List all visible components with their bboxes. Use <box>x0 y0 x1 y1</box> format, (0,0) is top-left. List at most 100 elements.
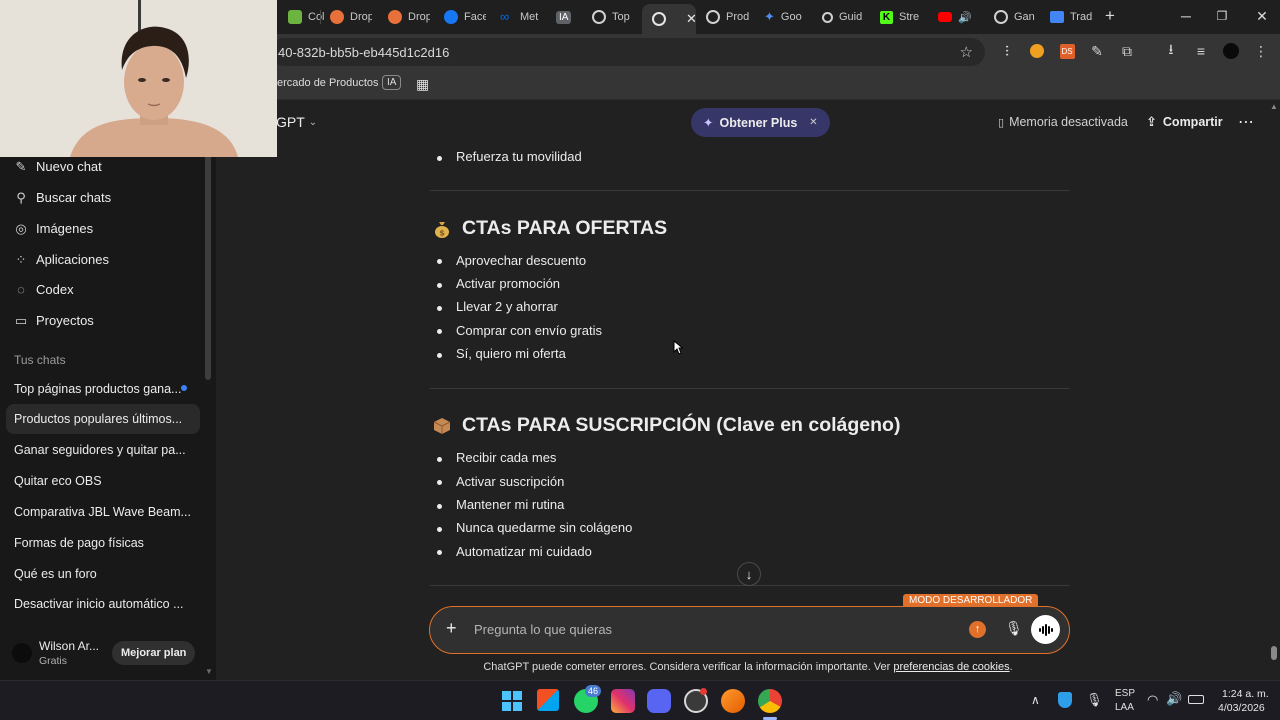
windows-start-icon[interactable] <box>500 689 524 713</box>
browser-tab[interactable]: Trad <box>1040 4 1096 30</box>
more-options-icon[interactable]: ⋯ <box>1238 112 1254 132</box>
browser-tab[interactable]: Drop <box>320 4 372 30</box>
fl-studio-icon[interactable] <box>721 689 745 713</box>
browser-tab[interactable]: ∞ Met <box>490 4 544 30</box>
browser-tab-active[interactable]: ✕ <box>642 4 696 34</box>
get-plus-button[interactable]: ✦ Obtener Plus ✕ <box>691 108 830 137</box>
edit-icon: ✎ <box>15 158 27 174</box>
chat-item[interactable]: Quitar eco OBS <box>14 474 102 488</box>
close-tab-icon[interactable]: ✕ <box>686 11 696 27</box>
extension-orange-icon[interactable] <box>1028 42 1046 60</box>
scrollbar-thumb[interactable] <box>1271 646 1277 660</box>
chatgpt-favicon-icon <box>652 12 666 26</box>
bookmark-star-icon[interactable]: ☆ <box>960 43 973 61</box>
chrome-icon[interactable] <box>758 689 782 713</box>
codex-icon: ◌ <box>17 281 25 297</box>
clock-time[interactable]: 1:24 a. m. <box>1222 688 1269 700</box>
browser-tab[interactable]: Drop <box>378 4 430 30</box>
profile-avatar-icon[interactable] <box>1222 42 1240 60</box>
restore-button[interactable]: ❐ <box>1210 6 1234 26</box>
extension-ds-icon[interactable]: DS <box>1058 42 1076 60</box>
sidebar-search-chats[interactable]: ⚲ Buscar chats <box>14 190 111 205</box>
tray-expand-icon[interactable]: ∧ <box>1031 693 1040 707</box>
chat-header: GPT ⌄ ✦ Obtener Plus ✕ ▯ Memoria desactiva… <box>216 100 1280 144</box>
chat-item[interactable]: Ganar seguidores y quitar pa... <box>14 443 186 457</box>
close-window-button[interactable]: ✕ <box>1250 6 1274 26</box>
list-item: Sí, quiero mi oferta <box>456 346 566 361</box>
sidebar-apps[interactable]: ⁘ Aplicaciones <box>14 252 109 267</box>
audio-playing-icon: 🔊 <box>958 11 972 24</box>
sidebar-projects[interactable]: ▭ Proyectos <box>14 313 94 328</box>
browser-tab[interactable]: Guid <box>812 4 868 30</box>
clock-date[interactable]: 4/03/2026 <box>1218 702 1265 714</box>
message-input[interactable]: Pregunta lo que quieras <box>474 622 612 637</box>
instagram-icon[interactable] <box>611 689 635 713</box>
eyedropper-icon[interactable]: ✎ <box>1088 42 1106 60</box>
browser-tab[interactable]: 🔊 <box>928 4 982 30</box>
browser-menu-icon[interactable]: ⋮ <box>1252 42 1270 60</box>
close-icon[interactable]: ✕ <box>809 117 817 128</box>
upload-orange-icon[interactable]: ↑ <box>969 621 986 638</box>
sidebar-new-chat[interactable]: ✎ Nuevo chat <box>14 159 102 174</box>
browser-tab[interactable]: ✦ Goo <box>754 4 810 30</box>
apps-grid-icon[interactable]: ▦ <box>416 76 429 93</box>
browser-tab[interactable]: Gan <box>984 4 1040 30</box>
microphone-icon[interactable]: 🎙 <box>1005 620 1023 637</box>
memory-status[interactable]: ▯ Memoria desactivada <box>998 115 1128 129</box>
extensions-puzzle-icon[interactable]: ⧉ <box>1118 42 1136 60</box>
chat-item[interactable]: Top páginas productos gana... <box>14 382 181 396</box>
microphone-tray-icon[interactable]: 🎙 <box>1086 692 1103 708</box>
scroll-down-arrow-icon[interactable]: ▼ <box>205 667 213 676</box>
address-bar[interactable]: 40-832b-bb5b-eb445d1c2d16 ☆ <box>270 38 985 66</box>
browser-tab[interactable]: Col <box>278 4 326 30</box>
sidebar-codex[interactable]: ◌ Codex <box>14 281 73 297</box>
page-scrollbar[interactable]: ▲ <box>1270 102 1278 660</box>
sidebar-scrollbar[interactable] <box>205 154 211 380</box>
youtube-favicon-icon <box>938 12 952 22</box>
battery-icon[interactable] <box>1188 695 1204 704</box>
apps-icon: ⁘ <box>15 251 27 267</box>
tab-ia-badge: IA <box>556 10 572 24</box>
add-attachment-icon[interactable]: + <box>446 618 457 639</box>
chat-item[interactable]: Comparativa JBL Wave Beam... <box>14 505 191 519</box>
chat-item[interactable]: Formas de pago físicas <box>14 536 144 550</box>
user-name[interactable]: Wilson Ar... <box>39 639 99 653</box>
sidebar-images[interactable]: ◎ Imágenes <box>14 221 93 236</box>
chat-item[interactable]: Productos populares últimos... <box>14 412 182 426</box>
bookmark-item[interactable]: ercado de Productos <box>277 77 379 89</box>
discord-icon[interactable] <box>647 689 671 713</box>
minimize-button[interactable]: ─ <box>1174 6 1198 26</box>
browser-tab[interactable]: Face <box>434 4 486 30</box>
cookie-preferences-link[interactable]: preferencias de cookies <box>893 661 1009 673</box>
scroll-up-arrow-icon[interactable]: ▲ <box>1270 102 1278 111</box>
defender-icon[interactable] <box>1058 692 1072 708</box>
chat-item[interactable]: Qué es un foro <box>14 567 97 581</box>
user-avatar[interactable] <box>12 643 32 663</box>
voice-mode-button[interactable] <box>1031 615 1060 644</box>
download-icon[interactable]: ⭳ <box>1162 41 1180 60</box>
bookmark-ia-badge[interactable]: IA <box>382 75 402 90</box>
extension-icon[interactable]: ⫶ <box>998 42 1016 60</box>
browser-tab[interactable]: IA <box>548 4 578 30</box>
chat-item[interactable]: Desactivar inicio automático ... <box>14 597 184 611</box>
keyboard-layout[interactable]: LAA <box>1115 702 1134 713</box>
media-control-icon[interactable]: ≡ <box>1192 42 1210 60</box>
list-item: Mantener mi rutina <box>456 497 565 512</box>
new-tab-button[interactable]: + <box>1098 6 1122 26</box>
upgrade-plan-button[interactable]: Mejorar plan <box>112 641 196 665</box>
volume-icon[interactable]: 🔊 <box>1166 691 1182 707</box>
list-bullet <box>437 353 442 358</box>
list-item: Automatizar mi cuidado <box>456 544 592 559</box>
browser-tab[interactable]: K Stre <box>870 4 926 30</box>
browser-tab[interactable]: Top <box>582 4 638 30</box>
wifi-icon[interactable]: ◠ <box>1147 692 1158 708</box>
list-item: Recibir cada mes <box>456 450 557 465</box>
keyboard-language[interactable]: ESP <box>1115 688 1135 699</box>
search-icon: ⚲ <box>16 189 26 205</box>
model-selector[interactable]: GPT ⌄ <box>276 114 317 130</box>
browser-tab[interactable]: Prod <box>696 4 754 30</box>
folder-icon: ▭ <box>14 312 28 328</box>
microsoft-store-icon[interactable] <box>537 689 559 711</box>
scroll-to-bottom-button[interactable]: ↓ <box>737 562 761 586</box>
share-button[interactable]: ⇪ Compartir <box>1146 114 1223 130</box>
